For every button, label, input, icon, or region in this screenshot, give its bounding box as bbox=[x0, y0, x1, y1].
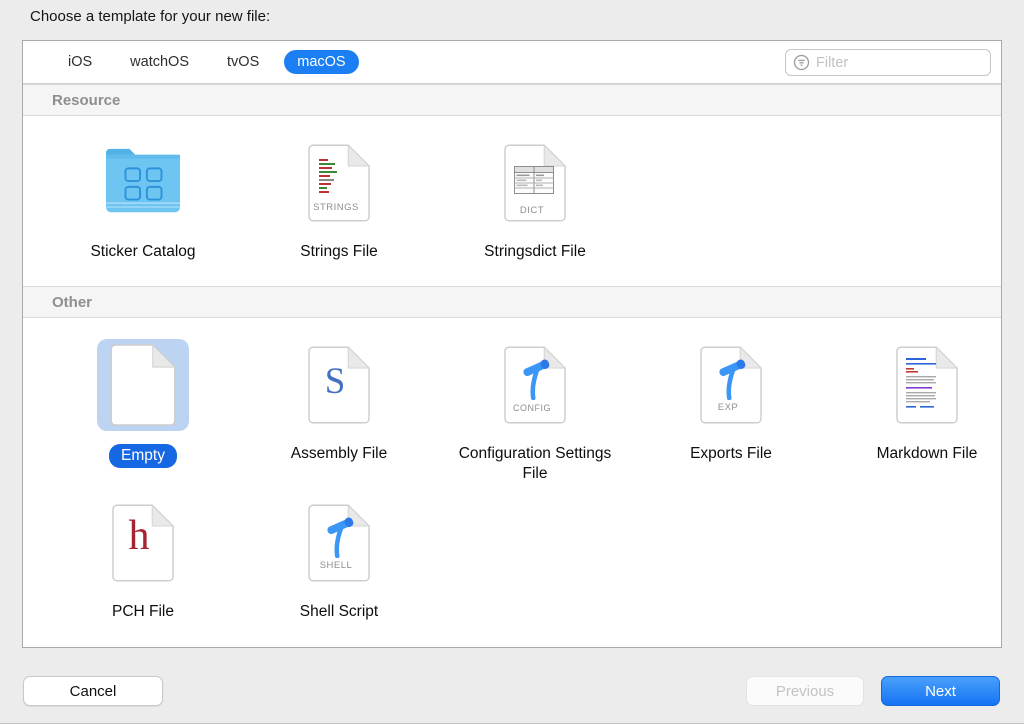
dict-badge: DICT bbox=[504, 205, 560, 216]
tab-tvos[interactable]: tvOS bbox=[214, 50, 272, 74]
template-label: Markdown File bbox=[877, 444, 978, 464]
exports-document-icon: EXP bbox=[700, 334, 762, 436]
template-item-exports-file[interactable]: EXP Exports File bbox=[633, 328, 829, 486]
template-label: Stringsdict File bbox=[484, 242, 586, 262]
shell-badge: SHELL bbox=[308, 560, 364, 571]
section-title: Other bbox=[52, 294, 92, 311]
filter-field[interactable] bbox=[785, 49, 991, 76]
template-chooser-panel: iOS watchOS tvOS macOS Resource bbox=[22, 40, 1002, 648]
hammer-icon bbox=[516, 358, 556, 400]
tab-ios[interactable]: iOS bbox=[55, 50, 105, 74]
dict-document-icon: DICT bbox=[504, 132, 566, 234]
section-header-other: Other bbox=[23, 286, 1001, 318]
template-label: Sticker Catalog bbox=[90, 242, 195, 262]
template-item-shell-script[interactable]: SHELL Shell Script bbox=[241, 486, 437, 644]
strings-badge: STRINGS bbox=[308, 202, 364, 213]
template-item-empty[interactable]: Empty bbox=[45, 328, 241, 486]
shell-document-icon: SHELL bbox=[308, 492, 370, 594]
hammer-icon bbox=[320, 516, 360, 558]
section-header-resource: Resource bbox=[23, 84, 1001, 116]
template-item-assembly-file[interactable]: S Assembly File bbox=[241, 328, 437, 486]
template-label: PCH File bbox=[112, 602, 174, 622]
selection-highlight bbox=[97, 339, 189, 431]
filter-input[interactable] bbox=[816, 55, 1003, 71]
template-item-strings-file[interactable]: STRINGS Strings File bbox=[241, 126, 437, 286]
cancel-button[interactable]: Cancel bbox=[23, 676, 163, 706]
template-label: Configuration Settings File bbox=[447, 444, 623, 484]
template-label: Empty bbox=[109, 444, 177, 468]
template-label: Strings File bbox=[300, 242, 378, 262]
previous-button[interactable]: Previous bbox=[746, 676, 864, 706]
next-button[interactable]: Next bbox=[881, 676, 1000, 706]
strings-document-icon: STRINGS bbox=[308, 132, 370, 234]
section-body-resource: Sticker Catalog bbox=[23, 116, 1001, 286]
template-item-pch-file[interactable]: h PCH File bbox=[45, 486, 241, 644]
template-item-configuration-settings-file[interactable]: CONFIG Configuration Settings File bbox=[437, 328, 633, 486]
markdown-document-icon bbox=[896, 334, 958, 436]
hammer-icon bbox=[712, 358, 752, 400]
config-badge: CONFIG bbox=[504, 403, 560, 413]
template-label: Shell Script bbox=[300, 602, 378, 622]
page-title: Choose a template for your new file: bbox=[30, 8, 270, 25]
template-label: Assembly File bbox=[291, 444, 387, 464]
template-item-stringsdict-file[interactable]: DICT Stringsdict File bbox=[437, 126, 633, 286]
tab-watchos[interactable]: watchOS bbox=[117, 50, 202, 74]
config-document-icon: CONFIG bbox=[504, 334, 566, 436]
assembly-document-icon: S bbox=[308, 334, 370, 436]
blank-document-icon bbox=[110, 344, 176, 426]
assembly-s-glyph: S bbox=[308, 360, 362, 403]
pch-document-icon: h bbox=[112, 492, 174, 594]
sticker-folder-icon bbox=[96, 132, 190, 234]
template-item-markdown-file[interactable]: Markdown File bbox=[829, 328, 1024, 486]
exp-badge: EXP bbox=[700, 402, 756, 413]
filter-icon bbox=[793, 54, 810, 71]
template-label: Exports File bbox=[690, 444, 772, 464]
tab-macos[interactable]: macOS bbox=[284, 50, 358, 74]
section-body-other: Empty S Assembly File bbox=[23, 318, 1001, 644]
platform-tabbar: iOS watchOS tvOS macOS bbox=[23, 41, 1001, 84]
template-item-sticker-catalog[interactable]: Sticker Catalog bbox=[45, 126, 241, 286]
pch-h-glyph: h bbox=[112, 512, 166, 560]
section-title: Resource bbox=[52, 92, 120, 109]
